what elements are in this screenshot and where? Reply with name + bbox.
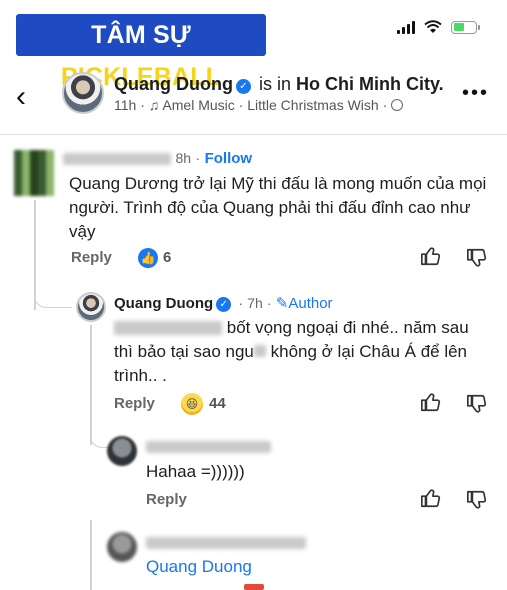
blurred-username [146, 441, 271, 453]
thumbs-up-icon[interactable] [420, 391, 442, 413]
verified-badge-icon: ✓ [235, 79, 251, 94]
like-reaction-icon: 👍 [138, 248, 158, 268]
reply-text-part2: thì bảo tại sao ngu [114, 342, 254, 361]
reply-button[interactable]: Reply [146, 491, 187, 508]
reply-text: bốt vọng ngoại đi nhé.. năm sau thì bảo … [114, 316, 494, 388]
reply-avatar[interactable] [107, 436, 137, 466]
status-bar [397, 20, 480, 34]
post-author-line: Quang Duong ✓ is in Ho Chi Minh City. [114, 74, 444, 95]
reply-avatar[interactable] [107, 532, 137, 562]
reaction-count[interactable]: 😆 44 [181, 393, 226, 415]
commenter-avatar[interactable] [14, 150, 54, 196]
brand-text-1: TÂM SỰ [91, 21, 191, 49]
partial-image [244, 584, 264, 590]
pencil-icon: ✎ [275, 295, 289, 312]
thumbs-up-icon[interactable] [420, 245, 442, 267]
thread-line [90, 520, 92, 590]
wifi-icon [424, 20, 442, 33]
thread-line [90, 325, 92, 445]
reply-time: 7h [247, 295, 263, 311]
signal-icon [397, 20, 415, 34]
separator-dot: · [238, 97, 244, 113]
separator-dot: · [382, 97, 388, 113]
post-author-name[interactable]: Quang Duong [114, 74, 233, 94]
separator-dot: · [238, 295, 243, 311]
blurred-username [63, 152, 171, 165]
battery-icon [451, 20, 480, 34]
verified-badge-icon: ✓ [216, 297, 232, 312]
reply-text: Hahaa =)))))) [146, 462, 245, 481]
reply-button[interactable]: Reply [71, 249, 112, 266]
follow-button[interactable]: Follow [205, 150, 253, 167]
post-time: 11h [114, 97, 137, 113]
thread-connector [34, 290, 72, 308]
reply-actions: Reply [146, 491, 187, 509]
brand-logo: TÂM SỰ PICKLEBALL [16, 14, 266, 91]
thumbs-up-icon[interactable] [420, 487, 442, 509]
separator-dot: · [266, 295, 272, 311]
globe-icon [391, 99, 404, 111]
separator-dot: · [140, 97, 149, 113]
back-chevron-icon[interactable]: ‹ [16, 80, 26, 114]
location-name[interactable]: Ho Chi Minh City. [296, 74, 444, 94]
thumbs-down-icon[interactable] [466, 393, 488, 415]
reply-actions: Reply [114, 395, 155, 413]
reply-header: Quang Duong ✓ · 7h · ✎Author [114, 294, 333, 312]
comment-text: Quang Dương trở lại Mỹ thi đấu là mong m… [69, 174, 487, 241]
music-artist[interactable]: Amel Music [162, 97, 234, 113]
like-count[interactable]: 👍 6 [138, 248, 171, 268]
blurred-word [253, 345, 266, 357]
thumbs-down-icon[interactable] [466, 489, 488, 511]
author-badge: Author [288, 295, 333, 312]
music-song[interactable]: Little Christmas Wish [247, 97, 378, 113]
post-meta-line: 11h · ♫ Amel Music · Little Christmas Wi… [114, 97, 404, 113]
post-header: ‹ Quang Duong ✓ is in Ho Chi Minh City. 1… [0, 66, 507, 128]
reply-author-avatar[interactable] [76, 292, 106, 322]
mention-link[interactable]: Quang Duong [146, 557, 252, 577]
blurred-username [146, 537, 306, 549]
blurred-mention [114, 321, 222, 335]
reply-header [146, 440, 271, 458]
location-prefix: is in [259, 74, 292, 94]
reply-author-name[interactable]: Quang Duong [114, 295, 213, 312]
comment-time: 8h [175, 150, 192, 166]
music-note-icon: ♫ [148, 97, 160, 113]
reply-button[interactable]: Reply [114, 395, 155, 412]
header-divider [0, 134, 507, 135]
reply-text-part1: bốt vọng ngoại đi nhé.. năm sau [226, 318, 469, 337]
reaction-count-value: 44 [209, 395, 226, 412]
comment-actions: Reply [71, 249, 112, 267]
haha-reaction-icon: 😆 [181, 393, 203, 415]
separator-dot: · [195, 150, 201, 166]
thumbs-down-icon[interactable] [466, 247, 488, 269]
like-count-value: 6 [163, 249, 172, 266]
author-avatar[interactable] [62, 72, 104, 114]
more-options-icon[interactable]: ••• [462, 82, 489, 105]
comment-header: 8h · Follow [63, 150, 252, 168]
reply-header [146, 536, 306, 554]
